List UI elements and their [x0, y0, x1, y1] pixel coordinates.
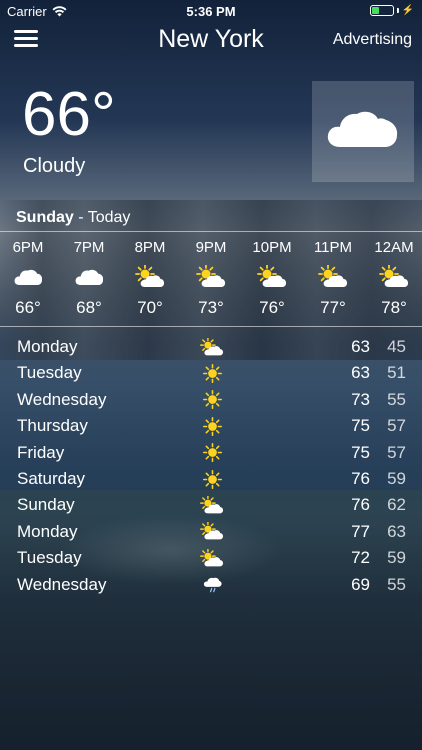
sun-icon — [200, 363, 224, 383]
hour-label: 9PM — [195, 239, 227, 256]
day-name: Monday — [17, 521, 78, 541]
high-temperature: 75 — [351, 416, 370, 436]
current-temperature: 66° — [22, 80, 116, 149]
low-temperature: 57 — [387, 442, 406, 462]
low-temperature: 55 — [387, 389, 406, 409]
daily-row: Wednesday 69 55 — [0, 572, 422, 598]
partly-sunny-icon — [303, 262, 363, 292]
advertising-button[interactable]: Advertising — [333, 31, 412, 49]
hour-label: 12AM — [374, 239, 414, 256]
hour-temperature: 77° — [320, 298, 346, 317]
status-bar: Carrier 5:36 PM ⚡ — [0, 0, 422, 22]
rain-icon — [200, 575, 224, 595]
high-temperature: 76 — [351, 495, 370, 515]
high-temperature: 72 — [351, 548, 370, 568]
partly-sunny-icon — [242, 262, 302, 292]
day-name: Wednesday — [17, 574, 107, 594]
high-temperature: 63 — [351, 363, 370, 383]
partly-sunny-icon — [120, 262, 180, 292]
nav-bar: New York Advertising — [0, 22, 422, 60]
low-temperature: 59 — [387, 548, 406, 568]
daily-row: Friday 75 57 — [0, 440, 422, 466]
day-name: Wednesday — [17, 389, 107, 409]
hourly-item: 10PM 76° — [242, 232, 302, 318]
battery-icon — [369, 5, 394, 16]
daily-row: Saturday 76 59 — [0, 466, 422, 492]
low-temperature: 59 — [387, 469, 406, 488]
daily-row: Monday 77 63 — [0, 519, 422, 545]
partly-sunny-icon — [200, 548, 224, 568]
daily-row: Thursday 75 57 — [0, 413, 422, 439]
high-temperature: 77 — [351, 521, 370, 541]
low-temperature: 62 — [387, 495, 406, 515]
hour-label: 8PM — [134, 239, 166, 256]
hourly-item: 11PM 77° — [303, 232, 363, 318]
hour-label: 6PM — [12, 239, 44, 256]
today-suffix: - Today — [78, 209, 131, 226]
hour-label: 7PM — [73, 239, 105, 256]
hourly-item: 6PM 66° — [0, 232, 58, 318]
day-name: Thursday — [17, 416, 88, 436]
hour-label: 10PM — [252, 239, 292, 256]
day-name: Friday — [17, 442, 65, 462]
low-temperature: 63 — [387, 521, 406, 541]
high-temperature: 63 — [351, 337, 370, 356]
daily-row: Wednesday 73 55 — [0, 387, 422, 413]
hourly-item: 12AM 78° — [364, 232, 422, 318]
daily-row: Monday 63 45 — [0, 334, 422, 360]
low-temperature: 57 — [387, 416, 406, 436]
cloud-icon — [0, 262, 58, 292]
daily-row: Tuesday 63 51 — [0, 360, 422, 386]
partly-sunny-icon — [181, 262, 241, 292]
partly-sunny-icon — [364, 262, 422, 292]
partly-sunny-icon — [200, 522, 224, 542]
hour-temperature: 73° — [198, 298, 224, 317]
today-day: Sunday — [16, 209, 74, 226]
high-temperature: 75 — [351, 442, 370, 462]
low-temperature: 51 — [387, 363, 406, 383]
day-name: Sunday — [17, 495, 75, 515]
charging-icon: ⚡ — [401, 5, 414, 16]
hour-temperature: 70° — [137, 298, 163, 317]
day-name: Tuesday — [17, 363, 82, 383]
current-condition: Cloudy — [23, 155, 86, 177]
high-temperature: 76 — [351, 469, 370, 488]
cloud-icon — [59, 262, 119, 292]
partly-sunny-icon — [200, 337, 224, 357]
high-temperature: 69 — [351, 574, 370, 594]
day-name: Monday — [17, 337, 78, 356]
hour-temperature: 68° — [76, 298, 102, 317]
low-temperature: 45 — [387, 337, 406, 356]
battery-indicator: ⚡ — [369, 5, 414, 16]
hourly-forecast: 6PM 66° 7PM 68° 8PM 70° 9PM 73° 10PM 76° 11PM 77° 12… — [0, 232, 422, 324]
high-temperature: 73 — [351, 389, 370, 409]
daily-row: Sunday 76 62 — [0, 492, 422, 518]
sun-icon — [200, 390, 224, 410]
today-label: Sunday - Today — [16, 209, 130, 227]
hourly-item: 7PM 68° — [59, 232, 119, 318]
sun-icon — [200, 443, 224, 463]
hour-temperature: 76° — [259, 298, 285, 317]
daily-row: Tuesday 72 59 — [0, 545, 422, 571]
cloud-icon — [327, 111, 398, 147]
hourly-item: 8PM 70° — [120, 232, 180, 318]
hour-temperature: 66° — [15, 298, 41, 317]
partly-sunny-icon — [200, 495, 224, 515]
sun-icon — [200, 469, 224, 489]
current-weather-icon-box — [312, 81, 414, 182]
hourly-item: 9PM 73° — [181, 232, 241, 318]
day-name: Tuesday — [17, 548, 82, 568]
hour-label: 11PM — [313, 239, 353, 256]
divider — [0, 326, 422, 327]
day-name: Saturday — [17, 469, 86, 488]
low-temperature: 55 — [387, 574, 406, 594]
hour-temperature: 78° — [381, 298, 407, 317]
sun-icon — [200, 416, 224, 436]
clock: 5:36 PM — [186, 4, 236, 19]
